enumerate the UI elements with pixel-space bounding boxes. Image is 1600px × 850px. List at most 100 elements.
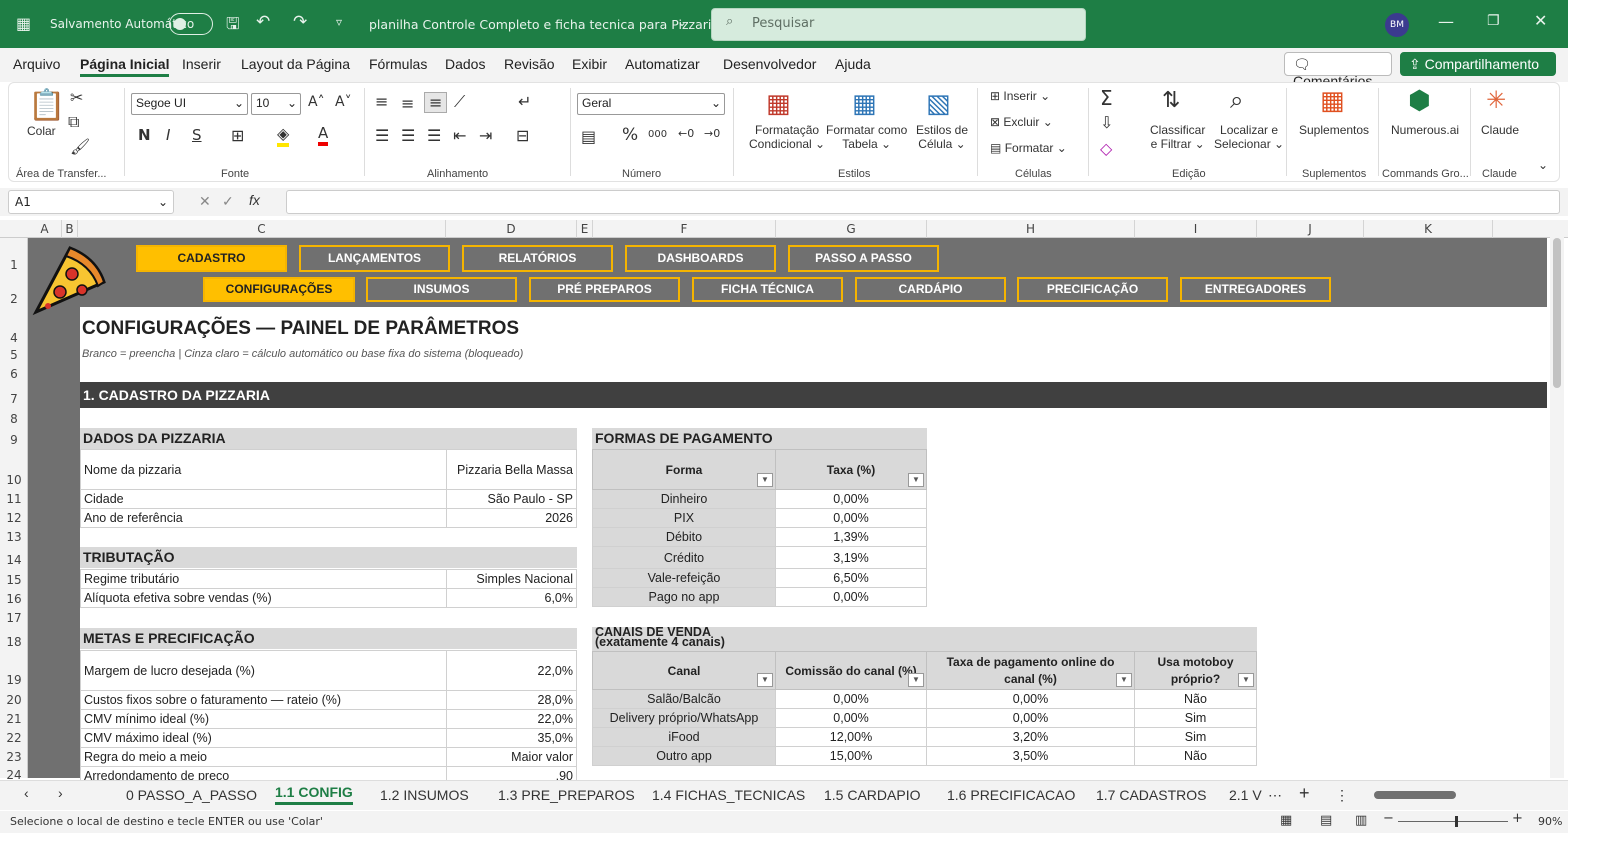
- accounting-icon[interactable]: ▤: [581, 127, 596, 146]
- cell-styles-button[interactable]: Estilos de Célula ⌄: [916, 123, 968, 151]
- nav-pre-preparos[interactable]: PRÉ PREPAROS: [529, 277, 680, 302]
- restore-icon[interactable]: ❐: [1487, 13, 1500, 29]
- cell-value[interactable]: 6,0%: [446, 588, 577, 608]
- increase-font-icon[interactable]: A˄: [308, 94, 325, 110]
- zoom-out-icon[interactable]: −: [1383, 811, 1394, 826]
- insert-cells-button[interactable]: ⊞ Inserir ⌄: [990, 89, 1050, 103]
- insert-function-button[interactable]: fx: [249, 192, 260, 208]
- menu-layout[interactable]: Layout da Página: [241, 56, 350, 72]
- fill-color-icon[interactable]: ◈: [277, 124, 290, 147]
- menu-formulas[interactable]: Fórmulas: [369, 56, 427, 72]
- filter-dropdown-icon[interactable]: ▼: [908, 673, 924, 687]
- paste-icon[interactable]: 📋: [28, 88, 65, 123]
- comma-style-icon[interactable]: 000: [648, 129, 667, 140]
- cell-value[interactable]: 22,0%: [446, 709, 577, 729]
- col-header-g[interactable]: G: [776, 220, 927, 238]
- addins-icon[interactable]: ▦: [1320, 86, 1345, 116]
- zoom-level[interactable]: 90%: [1538, 815, 1562, 828]
- sort-filter-button[interactable]: Classificar e Filtrar ⌄: [1150, 123, 1205, 151]
- menu-exibir[interactable]: Exibir: [572, 56, 607, 72]
- format-table-icon[interactable]: ▦: [852, 89, 877, 119]
- col-header-j[interactable]: J: [1257, 220, 1364, 238]
- claude-icon[interactable]: ✳: [1486, 86, 1506, 114]
- clear-icon[interactable]: ◇: [1100, 139, 1112, 158]
- row-header[interactable]: 21: [0, 712, 28, 726]
- cell-motoboy[interactable]: Sim: [1134, 708, 1257, 728]
- decrease-font-icon[interactable]: A˅: [335, 94, 352, 110]
- horizontal-scrollbar[interactable]: [1362, 789, 1537, 801]
- menu-pagina-inicial[interactable]: Página Inicial: [80, 56, 170, 77]
- row-header[interactable]: 2: [0, 292, 28, 306]
- normal-view-icon[interactable]: ▦: [1280, 813, 1292, 828]
- hscroll-thumb[interactable]: [1374, 791, 1456, 799]
- cell-taxa[interactable]: 6,50%: [775, 568, 927, 588]
- nav-precificacao[interactable]: PRECIFICAÇÃO: [1017, 277, 1168, 302]
- menu-dados[interactable]: Dados: [445, 56, 485, 72]
- conditional-format-button[interactable]: Formatação Condicional ⌄: [749, 123, 825, 151]
- sheet-tab[interactable]: 1.5 CARDAPIO: [824, 787, 920, 803]
- cell-value[interactable]: 28,0%: [446, 690, 577, 710]
- cell-styles-icon[interactable]: ▧: [926, 89, 951, 119]
- row-header[interactable]: 20: [0, 693, 28, 707]
- filter-dropdown-icon[interactable]: ▼: [1238, 673, 1254, 687]
- numerous-icon[interactable]: ⬢: [1408, 86, 1431, 116]
- nav-relatorios[interactable]: RELATÓRIOS: [462, 245, 613, 272]
- col-header-d[interactable]: D: [446, 220, 577, 238]
- cell-value[interactable]: 35,0%: [446, 728, 577, 748]
- wrap-text-icon[interactable]: ↵: [518, 92, 531, 111]
- cell-comissao[interactable]: 12,00%: [775, 727, 927, 747]
- font-color-icon[interactable]: A: [318, 124, 329, 146]
- page-layout-icon[interactable]: ▤: [1320, 813, 1332, 828]
- row-header[interactable]: 8: [0, 412, 28, 426]
- menu-desenvolvedor[interactable]: Desenvolvedor: [723, 56, 816, 72]
- align-right-icon[interactable]: ☰: [427, 126, 441, 145]
- filter-dropdown-icon[interactable]: ▼: [757, 673, 773, 687]
- underline-icon[interactable]: S: [192, 126, 202, 144]
- addins-button[interactable]: Suplementos: [1299, 123, 1369, 137]
- sheet-tab[interactable]: 1.4 FICHAS_TECNICAS: [652, 787, 805, 803]
- nav-configuracoes[interactable]: CONFIGURAÇÕES: [203, 277, 355, 302]
- row-header[interactable]: 17: [0, 611, 28, 625]
- cut-icon[interactable]: ✂: [70, 88, 83, 107]
- cell-motoboy[interactable]: Não: [1134, 746, 1257, 766]
- row-header[interactable]: 18: [0, 635, 28, 649]
- cell-motoboy[interactable]: Não: [1134, 689, 1257, 709]
- cell-value[interactable]: 2026: [446, 508, 577, 528]
- format-cells-button[interactable]: ▤ Formatar ⌄: [990, 141, 1067, 155]
- col-header-e[interactable]: E: [577, 220, 593, 238]
- col-header-i[interactable]: I: [1135, 220, 1257, 238]
- row-header[interactable]: 14: [0, 553, 28, 567]
- cell-taxa[interactable]: 0,00%: [775, 489, 927, 509]
- autosave-toggle[interactable]: [169, 13, 213, 35]
- cell-comissao[interactable]: 0,00%: [775, 689, 927, 709]
- filter-dropdown-icon[interactable]: ▼: [1116, 673, 1132, 687]
- autosum-icon[interactable]: Σ: [1100, 86, 1113, 110]
- redo-icon[interactable]: ↷: [293, 12, 307, 32]
- row-header[interactable]: 9: [0, 433, 28, 447]
- claude-button[interactable]: Claude: [1481, 123, 1519, 137]
- nav-cadastro[interactable]: CADASTRO: [136, 245, 287, 272]
- sheet-tab[interactable]: 2.1 V: [1229, 787, 1262, 803]
- align-bottom-icon[interactable]: ≡: [424, 92, 448, 113]
- nav-lancamentos[interactable]: LANÇAMENTOS: [299, 245, 450, 272]
- cell-motoboy[interactable]: Sim: [1134, 727, 1257, 747]
- copy-icon[interactable]: ⧉: [68, 112, 79, 132]
- nav-ficha-tecnica[interactable]: FICHA TÉCNICA: [692, 277, 843, 302]
- italic-icon[interactable]: I: [166, 126, 170, 144]
- formula-input[interactable]: [286, 190, 1560, 214]
- decrease-decimal-icon[interactable]: →0: [704, 127, 720, 140]
- more-tabs-icon[interactable]: ⋯: [1268, 787, 1282, 804]
- more-options-icon[interactable]: ⋮: [1335, 787, 1349, 804]
- share-button[interactable]: ⇪ Compartilhamento ⌄: [1400, 52, 1556, 89]
- close-icon[interactable]: ✕: [1534, 11, 1547, 30]
- col-header-k[interactable]: K: [1364, 220, 1493, 238]
- filter-dropdown-icon[interactable]: ▼: [757, 473, 773, 487]
- font-size-select[interactable]: 10 ⌄: [251, 93, 301, 115]
- row-header[interactable]: 11: [0, 492, 28, 506]
- nav-entregadores[interactable]: ENTREGADORES: [1180, 277, 1331, 302]
- align-top-icon[interactable]: ≡: [375, 92, 388, 111]
- scroll-thumb[interactable]: [1553, 238, 1561, 388]
- number-format-select[interactable]: Geral ⌄: [577, 93, 725, 115]
- sheet-tab-active[interactable]: 1.1 CONFIG: [275, 784, 353, 805]
- sheet-tab[interactable]: 1.6 PRECIFICACAO: [947, 787, 1075, 803]
